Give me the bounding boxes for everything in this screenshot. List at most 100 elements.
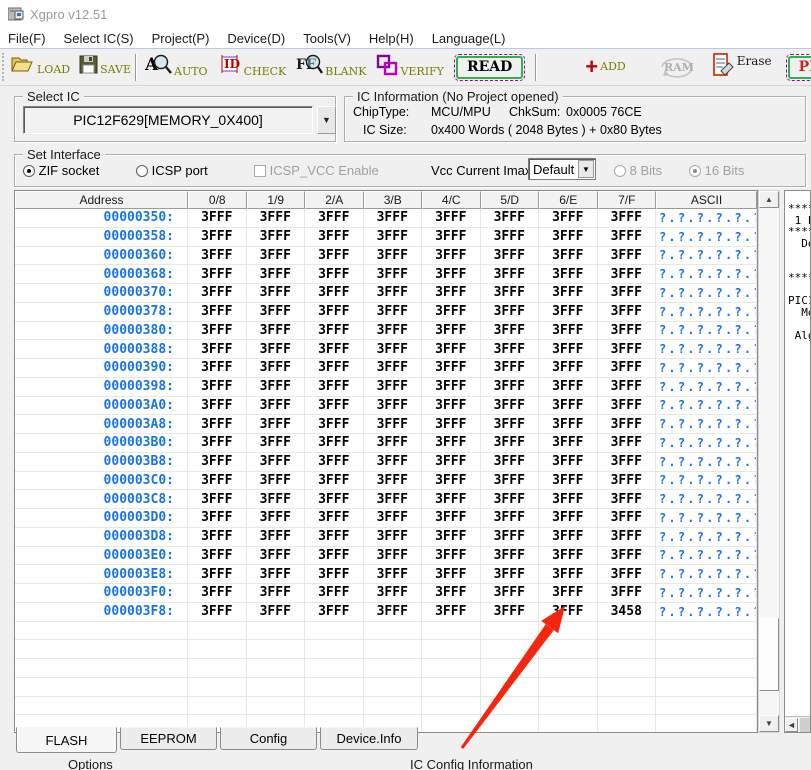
hex-value-cell[interactable] [247,678,306,697]
hex-value-cell[interactable]: 3FFF [422,340,481,359]
hex-value-cell[interactable]: 3FFF [305,603,364,622]
hex-value-cell[interactable]: 3FFF [539,453,598,472]
hex-value-cell[interactable]: 3FFF [305,528,364,547]
hex-value-cell[interactable]: 3FFF [305,547,364,566]
hex-value-cell[interactable]: 3FFF [364,265,423,284]
side-panel-horizontal-scrollbar[interactable]: ◄ [785,716,811,732]
hex-value-cell[interactable] [598,659,657,678]
hex-value-cell[interactable] [539,622,598,641]
hex-value-cell[interactable]: 3FFF [364,528,423,547]
hex-value-cell[interactable]: 3FFF [305,472,364,491]
hex-value-cell[interactable]: 3FFF [188,359,247,378]
hex-value-cell[interactable]: 3FFF [598,340,657,359]
hex-value-cell[interactable]: 3FFF [247,547,306,566]
hex-value-cell[interactable]: 3FFF [247,565,306,584]
hex-value-cell[interactable]: 3FFF [598,247,657,266]
hex-value-cell[interactable]: 3FFF [247,303,306,322]
hex-value-cell[interactable]: 3FFF [481,490,540,509]
hex-value-cell[interactable]: 3FFF [364,490,423,509]
hex-table-row[interactable]: 000003C0:3FFF3FFF3FFF3FFF3FFF3FFF3FFF3FF… [15,472,757,491]
hex-value-cell[interactable]: 3FFF [305,397,364,416]
hex-value-cell[interactable]: 3FFF [364,434,423,453]
hex-value-cell[interactable]: 3FFF [481,472,540,491]
hex-value-cell[interactable]: 3FFF [247,378,306,397]
hex-value-cell[interactable]: 3FFF [247,509,306,528]
hex-value-cell[interactable] [481,715,540,733]
hex-value-cell[interactable]: 3FFF [481,284,540,303]
ram-button[interactable]: RAM [658,55,696,79]
hex-value-cell[interactable] [305,622,364,641]
hex-value-cell[interactable] [422,640,481,659]
hex-value-cell[interactable]: 3FFF [481,359,540,378]
hex-value-cell[interactable]: 3FFF [539,378,598,397]
hex-value-cell[interactable]: 3FFF [422,434,481,453]
hex-value-cell[interactable]: 3FFF [422,509,481,528]
hex-value-cell[interactable]: 3FFF [598,509,657,528]
hex-value-cell[interactable] [598,622,657,641]
hex-table-row[interactable]: 000003A0:3FFF3FFF3FFF3FFF3FFF3FFF3FFF3FF… [15,397,757,416]
hex-value-cell[interactable]: 3FFF [364,209,423,228]
hex-value-cell[interactable] [305,697,364,716]
icsp-port-radio[interactable]: ICSP port [136,163,208,178]
hex-table-row[interactable]: 000003F8:3FFF3FFF3FFF3FFF3FFF3FFF3FFF345… [15,603,757,622]
hex-value-cell[interactable]: 3FFF [364,359,423,378]
hex-value-cell[interactable]: 3FFF [422,472,481,491]
hex-value-cell[interactable]: 3FFF [305,247,364,266]
hex-value-cell[interactable]: 3458 [598,603,657,622]
select-ic-dropdown-button[interactable]: ▼ [317,106,336,134]
hex-value-cell[interactable]: 3FFF [481,397,540,416]
hex-value-cell[interactable]: 3FFF [188,509,247,528]
hex-value-cell[interactable]: 3FFF [481,303,540,322]
hex-value-cell[interactable] [188,659,247,678]
hex-value-cell[interactable]: 3FFF [598,284,657,303]
hex-value-cell[interactable]: 3FFF [247,434,306,453]
check-button[interactable]: ID CHECK [218,53,287,81]
scroll-up-button[interactable]: ▲ [759,191,779,208]
hex-table-row[interactable]: 000003F0:3FFF3FFF3FFF3FFF3FFF3FFF3FFF3FF… [15,584,757,603]
hex-value-cell[interactable] [305,659,364,678]
hex-value-cell[interactable]: 3FFF [539,565,598,584]
hex-value-cell[interactable]: 3FFF [422,547,481,566]
hex-table-row[interactable]: 000003E0:3FFF3FFF3FFF3FFF3FFF3FFF3FFF3FF… [15,547,757,566]
scrollbar-thumb[interactable] [759,618,779,691]
hex-value-cell[interactable] [364,678,423,697]
erase-button[interactable]: Erase [712,52,772,82]
hex-value-cell[interactable] [305,640,364,659]
hex-value-cell[interactable]: 3FFF [305,303,364,322]
hex-value-cell[interactable]: 3FFF [481,528,540,547]
hex-value-cell[interactable] [598,715,657,733]
hex-value-cell[interactable] [422,697,481,716]
hex-value-cell[interactable]: 3FFF [539,584,598,603]
hex-value-cell[interactable] [188,622,247,641]
prog-button[interactable]: PROG. [788,56,811,79]
menu-item-device-d-[interactable]: Device(D) [218,31,294,46]
hex-value-cell[interactable]: 3FFF [305,284,364,303]
hex-value-cell[interactable]: 3FFF [364,453,423,472]
hex-value-cell[interactable]: 3FFF [598,415,657,434]
hex-value-cell[interactable] [539,697,598,716]
hex-value-cell[interactable]: 3FFF [305,509,364,528]
hex-value-cell[interactable]: 3FFF [364,284,423,303]
hex-value-cell[interactable]: 3FFF [364,303,423,322]
hex-value-cell[interactable]: 3FFF [188,228,247,247]
hex-value-cell[interactable] [364,640,423,659]
hex-table-row[interactable]: 00000388:3FFF3FFF3FFF3FFF3FFF3FFF3FFF3FF… [15,340,757,359]
hex-value-cell[interactable] [305,678,364,697]
tab-device-info[interactable]: Device.Info [320,727,418,750]
hex-table-row[interactable]: 000003A8:3FFF3FFF3FFF3FFF3FFF3FFF3FFF3FF… [15,415,757,434]
hex-value-cell[interactable]: 3FFF [422,359,481,378]
hex-value-cell[interactable]: 3FFF [481,228,540,247]
hex-value-cell[interactable] [247,659,306,678]
hex-value-cell[interactable]: 3FFF [481,453,540,472]
hex-value-cell[interactable] [422,659,481,678]
hex-value-cell[interactable]: 3FFF [364,415,423,434]
read-button[interactable]: READ [456,56,523,79]
hex-value-cell[interactable]: 3FFF [247,528,306,547]
hex-value-cell[interactable]: 3FFF [364,228,423,247]
hex-value-cell[interactable] [364,697,423,716]
hex-value-cell[interactable]: 3FFF [539,547,598,566]
hex-value-cell[interactable] [598,640,657,659]
hex-value-cell[interactable]: 3FFF [539,340,598,359]
hex-value-cell[interactable]: 3FFF [481,209,540,228]
hex-value-cell[interactable]: 3FFF [188,415,247,434]
